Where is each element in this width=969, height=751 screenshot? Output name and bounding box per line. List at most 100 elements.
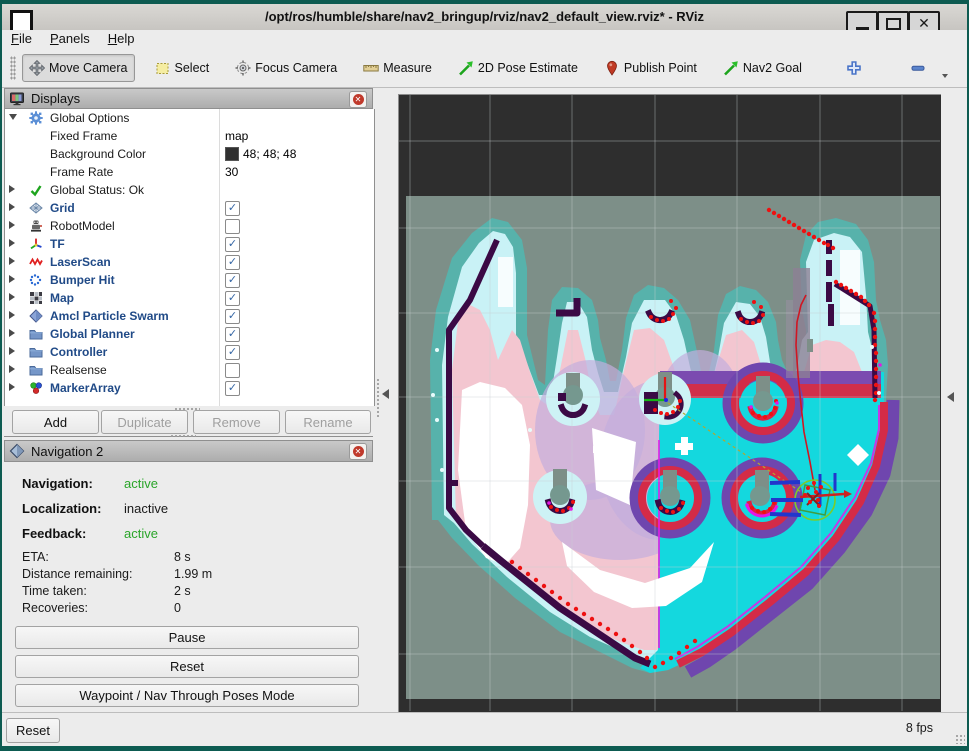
- expand-icon[interactable]: [9, 347, 15, 355]
- duplicate-button[interactable]: Duplicate: [101, 410, 188, 434]
- tool-focus-camera[interactable]: Focus Camera: [229, 55, 343, 81]
- nav-field-value: inactive: [124, 501, 168, 516]
- tree-row-global-planner[interactable]: Global Planner✓: [5, 325, 374, 343]
- checkbox-checked[interactable]: ✓: [225, 327, 240, 342]
- nav-field-value: active: [124, 476, 158, 491]
- collapse-icon[interactable]: [9, 114, 17, 120]
- expand-icon[interactable]: [9, 311, 15, 319]
- collapse-right-icon[interactable]: [947, 392, 954, 402]
- checkbox-checked[interactable]: ✓: [225, 309, 240, 324]
- tree-row-realsense[interactable]: Realsense: [5, 361, 374, 379]
- menu-bar: FilePanelsHelp: [2, 30, 967, 49]
- expand-icon[interactable]: [9, 203, 15, 211]
- tool-label: Publish Point: [624, 61, 697, 75]
- menu-item-file[interactable]: File: [2, 30, 41, 47]
- tree-row-label: Map: [50, 289, 74, 307]
- tree-row-value[interactable]: ✓: [225, 307, 240, 325]
- splitter-handle[interactable]: [376, 378, 380, 418]
- tree-row-tf[interactable]: TF✓: [5, 235, 374, 253]
- tree-row-laserscan[interactable]: LaserScan✓: [5, 253, 374, 271]
- tree-row-value[interactable]: ✓: [225, 253, 240, 271]
- tool-2d-pose-estimate[interactable]: 2D Pose Estimate: [452, 55, 584, 81]
- expand-icon[interactable]: [9, 365, 15, 373]
- plus-tool-button[interactable]: [840, 55, 868, 81]
- expand-icon[interactable]: [9, 383, 15, 391]
- tree-row-markerarray[interactable]: MarkerArray✓: [5, 379, 374, 397]
- tool-measure[interactable]: Measure: [357, 55, 438, 81]
- tree-row-frame-rate[interactable]: Frame Rate30: [5, 163, 374, 181]
- checkbox-checked[interactable]: ✓: [225, 381, 240, 396]
- expand-icon[interactable]: [9, 257, 15, 265]
- tool-dropdown-icon[interactable]: [942, 74, 948, 78]
- pillar-nub: [807, 339, 813, 352]
- reset-button[interactable]: Reset: [15, 655, 359, 678]
- checkbox-checked[interactable]: ✓: [225, 345, 240, 360]
- expand-icon[interactable]: [9, 329, 15, 337]
- collapse-left-icon[interactable]: [382, 389, 389, 399]
- tree-row-global-status-ok[interactable]: Global Status: Ok: [5, 181, 374, 199]
- tool-publish-point[interactable]: Publish Point: [598, 55, 703, 81]
- tree-row-background-color[interactable]: Background Color48; 48; 48: [5, 145, 374, 163]
- tree-row-value[interactable]: [225, 361, 240, 379]
- tree-row-value[interactable]: ✓: [225, 379, 240, 397]
- tree-row-robotmodel[interactable]: RobotModel: [5, 217, 374, 235]
- free-space-column: [498, 257, 513, 307]
- panel-splitter-handle[interactable]: [170, 434, 196, 438]
- remove-button[interactable]: Remove: [193, 410, 280, 434]
- tree-row-fixed-frame[interactable]: Fixed Framemap: [5, 127, 374, 145]
- tree-row-value[interactable]: ✓: [225, 271, 240, 289]
- menu-item-help[interactable]: Help: [99, 30, 144, 47]
- nav2-panel-header[interactable]: Navigation 2 ✕: [4, 440, 373, 462]
- checkbox-unchecked[interactable]: [225, 219, 240, 234]
- tool-label: Focus Camera: [255, 61, 337, 75]
- tree-row-map[interactable]: Map ✓: [5, 289, 374, 307]
- checkbox-checked[interactable]: ✓: [225, 291, 240, 306]
- expand-icon[interactable]: [9, 221, 15, 229]
- tree-row-value[interactable]: [225, 217, 240, 235]
- checkbox-checked[interactable]: ✓: [225, 273, 240, 288]
- 3d-viewport[interactable]: [399, 95, 940, 711]
- expand-icon[interactable]: [9, 185, 15, 193]
- resize-grip[interactable]: [955, 734, 965, 744]
- expand-icon[interactable]: [9, 275, 15, 283]
- checkbox-checked[interactable]: ✓: [225, 237, 240, 252]
- tool-nav2-goal[interactable]: Nav2 Goal: [717, 55, 808, 81]
- tree-row-label: Frame Rate: [50, 163, 113, 181]
- add-button[interactable]: Add: [12, 410, 99, 434]
- pause-button[interactable]: Pause: [15, 626, 359, 649]
- nav2-panel-close-button[interactable]: ✕: [349, 443, 367, 460]
- minus-tool-button[interactable]: [904, 55, 932, 81]
- checkbox-unchecked[interactable]: [225, 363, 240, 378]
- tree-row-bumper-hit[interactable]: Bumper Hit✓: [5, 271, 374, 289]
- tree-row-global-options[interactable]: Global Options: [5, 109, 374, 127]
- checkbox-checked[interactable]: ✓: [225, 201, 240, 216]
- nav-field-label: Navigation:: [22, 476, 93, 491]
- tree-row-value[interactable]: ✓: [225, 235, 240, 253]
- viewport-splitter[interactable]: [373, 88, 398, 712]
- close-icon: ✕: [353, 446, 364, 457]
- displays-panel-close-button[interactable]: ✕: [349, 91, 367, 108]
- tool-select[interactable]: Select: [149, 55, 216, 81]
- tree-row-value[interactable]: ✓: [225, 343, 240, 361]
- title-bar[interactable]: /opt/ros/humble/share/nav2_bringup/rviz/…: [2, 4, 967, 31]
- tree-row-amcl-particle-swarm[interactable]: Amcl Particle Swarm✓: [5, 307, 374, 325]
- displays-panel-header[interactable]: Displays ✕: [4, 88, 373, 109]
- tree-row-value[interactable]: ✓: [225, 199, 240, 217]
- rename-button[interactable]: Rename: [285, 410, 371, 434]
- time-reset-button[interactable]: Reset: [6, 718, 60, 743]
- tool-label: Move Camera: [49, 61, 128, 75]
- focus-camera-icon: [235, 60, 251, 76]
- toolbar-grip[interactable]: [10, 56, 16, 80]
- tool-move-camera[interactable]: Move Camera: [22, 54, 135, 82]
- tree-row-label: Controller: [50, 343, 107, 361]
- waypoint-nav-through-poses-mode-button[interactable]: Waypoint / Nav Through Poses Mode: [15, 684, 359, 707]
- checkbox-checked[interactable]: ✓: [225, 255, 240, 270]
- plus-tool-icon: [846, 60, 862, 76]
- menu-item-panels[interactable]: Panels: [41, 30, 99, 47]
- expand-icon[interactable]: [9, 293, 15, 301]
- tree-row-value[interactable]: ✓: [225, 325, 240, 343]
- expand-icon[interactable]: [9, 239, 15, 247]
- tree-row-grid[interactable]: Grid✓: [5, 199, 374, 217]
- tree-row-value[interactable]: ✓: [225, 289, 240, 307]
- tree-row-controller[interactable]: Controller ✓: [5, 343, 374, 361]
